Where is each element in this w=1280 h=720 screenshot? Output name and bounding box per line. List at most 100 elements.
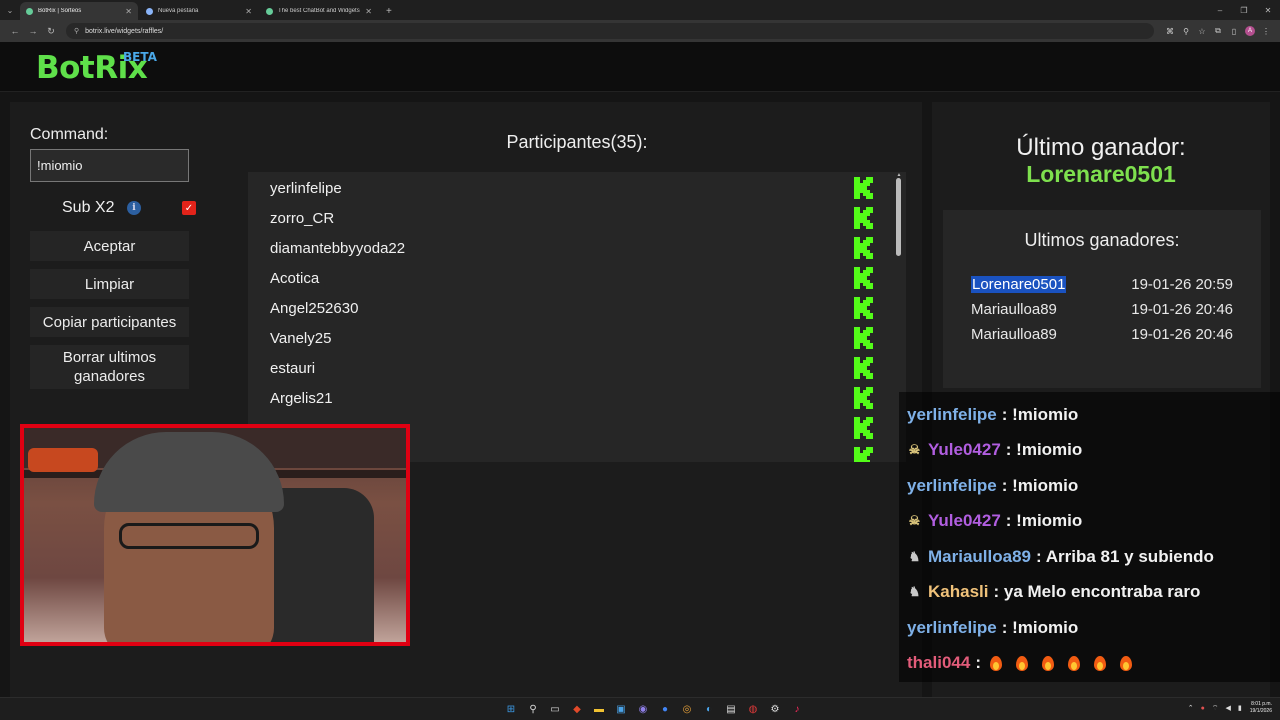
copy-participants-button[interactable]: Copiar participantes: [30, 307, 189, 337]
search-icon[interactable]: ⚲: [522, 701, 544, 717]
tab-search-icon[interactable]: ⌄: [0, 0, 20, 20]
chrome-active-icon[interactable]: ◎: [676, 701, 698, 717]
kick-icon: [854, 207, 873, 229]
winner-row-date: 19-01-26 20:46: [1131, 326, 1233, 343]
delete-winners-button[interactable]: Borrar ultimos ganadores: [30, 345, 189, 389]
taskbar-apps: ⊞ ⚲ ▭ ◆ ▬ ▣ ◉ ● ◎ ◐ ▤ ◍ ⚙ ♪: [500, 701, 808, 717]
restore-icon[interactable]: ❐: [1232, 6, 1256, 15]
participants-list[interactable]: yerlinfelipe zorro_CR diamantebbyyoda22 …: [248, 172, 906, 462]
kick-icon: [854, 387, 873, 409]
chat-message: ☠ Yule0427 : !miomio: [907, 437, 1083, 463]
site-info-icon[interactable]: ⚲: [74, 27, 79, 35]
fire-emote-icon: [1119, 654, 1133, 672]
browser-tab-bar: ⌄ BotRix | Sorteos ✕ Nueva pestaña ✕ The…: [0, 0, 1280, 20]
edge-icon[interactable]: ◐: [698, 701, 720, 717]
windows-start-icon[interactable]: ⊞: [500, 701, 522, 717]
fire-emote-icon: [1093, 654, 1107, 672]
back-icon[interactable]: ←: [6, 26, 24, 36]
battery-icon[interactable]: ▮: [1238, 704, 1242, 712]
winner-row: Mariaulloa89 19-01-26 20:46: [971, 301, 1233, 323]
chat-text: : Arriba 81 y subiendo: [1036, 547, 1214, 566]
chat-username: Kahasli: [928, 582, 989, 601]
minimize-icon[interactable]: –: [1208, 6, 1232, 15]
participant-name: zorro_CR: [270, 210, 335, 227]
tab-botrix[interactable]: BotRix | Sorteos ✕: [20, 2, 138, 20]
participants-title: Participantes(35):: [506, 132, 648, 152]
list-item: Angel252630: [248, 294, 888, 324]
kick-icon: [854, 297, 873, 319]
clear-button[interactable]: Limpiar: [30, 269, 189, 299]
translate-icon[interactable]: ⌘: [1162, 27, 1178, 36]
tab-label: Nueva pestaña: [158, 8, 199, 14]
list-item: Vanely25: [248, 324, 888, 354]
chat-text: : !miomio: [1001, 405, 1079, 424]
bookmark-star-icon[interactable]: ☆: [1194, 27, 1210, 36]
winner-row-name[interactable]: Mariaulloa89: [971, 326, 1057, 343]
info-icon[interactable]: i: [127, 201, 141, 215]
subx2-checkbox[interactable]: ✓: [182, 201, 196, 215]
media-icon[interactable]: ▤: [720, 701, 742, 717]
zoom-icon[interactable]: ⚲: [1178, 27, 1194, 36]
tiktok-icon[interactable]: ♪: [786, 701, 808, 717]
close-tab-icon[interactable]: ✕: [245, 7, 252, 16]
file-explorer-icon[interactable]: ▬: [588, 701, 610, 717]
close-tab-icon[interactable]: ✕: [365, 7, 372, 16]
clock-date: 19/1/2026: [1249, 708, 1272, 714]
menu-icon[interactable]: ⋮: [1258, 27, 1274, 36]
forward-icon[interactable]: →: [24, 26, 42, 36]
chat-username: thali044: [907, 653, 971, 672]
chat-message: yerlinfelipe : !miomio: [907, 615, 1078, 641]
kick-icon: [854, 417, 873, 439]
profile-avatar[interactable]: A: [1245, 26, 1255, 36]
winner-row-name[interactable]: Lorenare0501: [971, 276, 1067, 293]
chrome-favicon-icon: [146, 7, 153, 15]
chat-message: ☠ Yule0427 : !miomio: [907, 508, 1083, 534]
accept-button[interactable]: Aceptar: [30, 231, 189, 261]
close-window-icon[interactable]: ✕: [1256, 6, 1280, 15]
chat-message: ♞ Mariaulloa89 : Arriba 81 y subiendo: [907, 544, 1214, 570]
app-icon[interactable]: ◉: [632, 701, 654, 717]
network-icon[interactable]: ⌔: [1212, 704, 1219, 713]
extensions-icon[interactable]: ⧉: [1210, 26, 1226, 36]
brave-icon[interactable]: ◆: [566, 701, 588, 717]
kick-icon: [854, 327, 873, 349]
store-icon[interactable]: ▣: [610, 701, 632, 717]
tray-chevron-icon[interactable]: ⌃: [1188, 704, 1194, 712]
taskbar-clock[interactable]: 8:01 p.m. 19/1/2026: [1250, 701, 1272, 715]
clock-time: 8:01 p.m.: [1251, 701, 1272, 707]
fire-emote-icon: [1041, 654, 1055, 672]
list-item: Argelis21: [248, 384, 888, 414]
volume-icon[interactable]: ◀: [1226, 704, 1231, 712]
last-winner-title: Último ganador:: [1016, 134, 1186, 161]
mic-icon[interactable]: ●: [1201, 705, 1205, 712]
chrome-icon[interactable]: ●: [654, 701, 676, 717]
reload-icon[interactable]: ↻: [42, 26, 60, 37]
chat-username: Yule0427: [928, 511, 1001, 530]
scroll-thumb[interactable]: [896, 178, 901, 256]
tab-chatbot[interactable]: The best ChatBot and Widgets ✕: [260, 2, 378, 20]
chat-message: yerlinfelipe : !miomio: [907, 402, 1078, 428]
chat-text: : !miomio: [1005, 511, 1083, 530]
botrix-favicon-icon: [26, 7, 33, 15]
list-item: estauri: [248, 354, 888, 384]
window-controls: – ❐ ✕: [1208, 0, 1280, 20]
tab-label: The best ChatBot and Widgets: [278, 8, 360, 14]
url-text: botrix.live/widgets/raffles/: [85, 27, 164, 35]
participant-name: Vanely25: [270, 330, 332, 347]
task-view-icon[interactable]: ▭: [544, 701, 566, 717]
new-tab-button[interactable]: +: [380, 2, 398, 20]
botrix-favicon-icon: [266, 7, 273, 15]
steam-icon[interactable]: ⚙: [764, 701, 786, 717]
winner-row-name[interactable]: Mariaulloa89: [971, 301, 1057, 318]
system-tray: ⌃ ● ⌔ ◀ ▮ 8:01 p.m. 19/1/2026: [1181, 701, 1272, 715]
close-tab-icon[interactable]: ✕: [125, 7, 132, 16]
kick-icon: [854, 447, 873, 462]
participant-name: Argelis21: [270, 390, 333, 407]
command-input[interactable]: [30, 149, 189, 182]
tab-new[interactable]: Nueva pestaña ✕: [140, 2, 258, 20]
url-field[interactable]: ⚲ botrix.live/widgets/raffles/: [66, 23, 1154, 39]
sidebar-icon[interactable]: ▯: [1226, 27, 1242, 36]
skull-icon: ☠: [908, 442, 921, 457]
obs-icon[interactable]: ◍: [742, 701, 764, 717]
list-item: zorro_CR: [248, 204, 888, 234]
